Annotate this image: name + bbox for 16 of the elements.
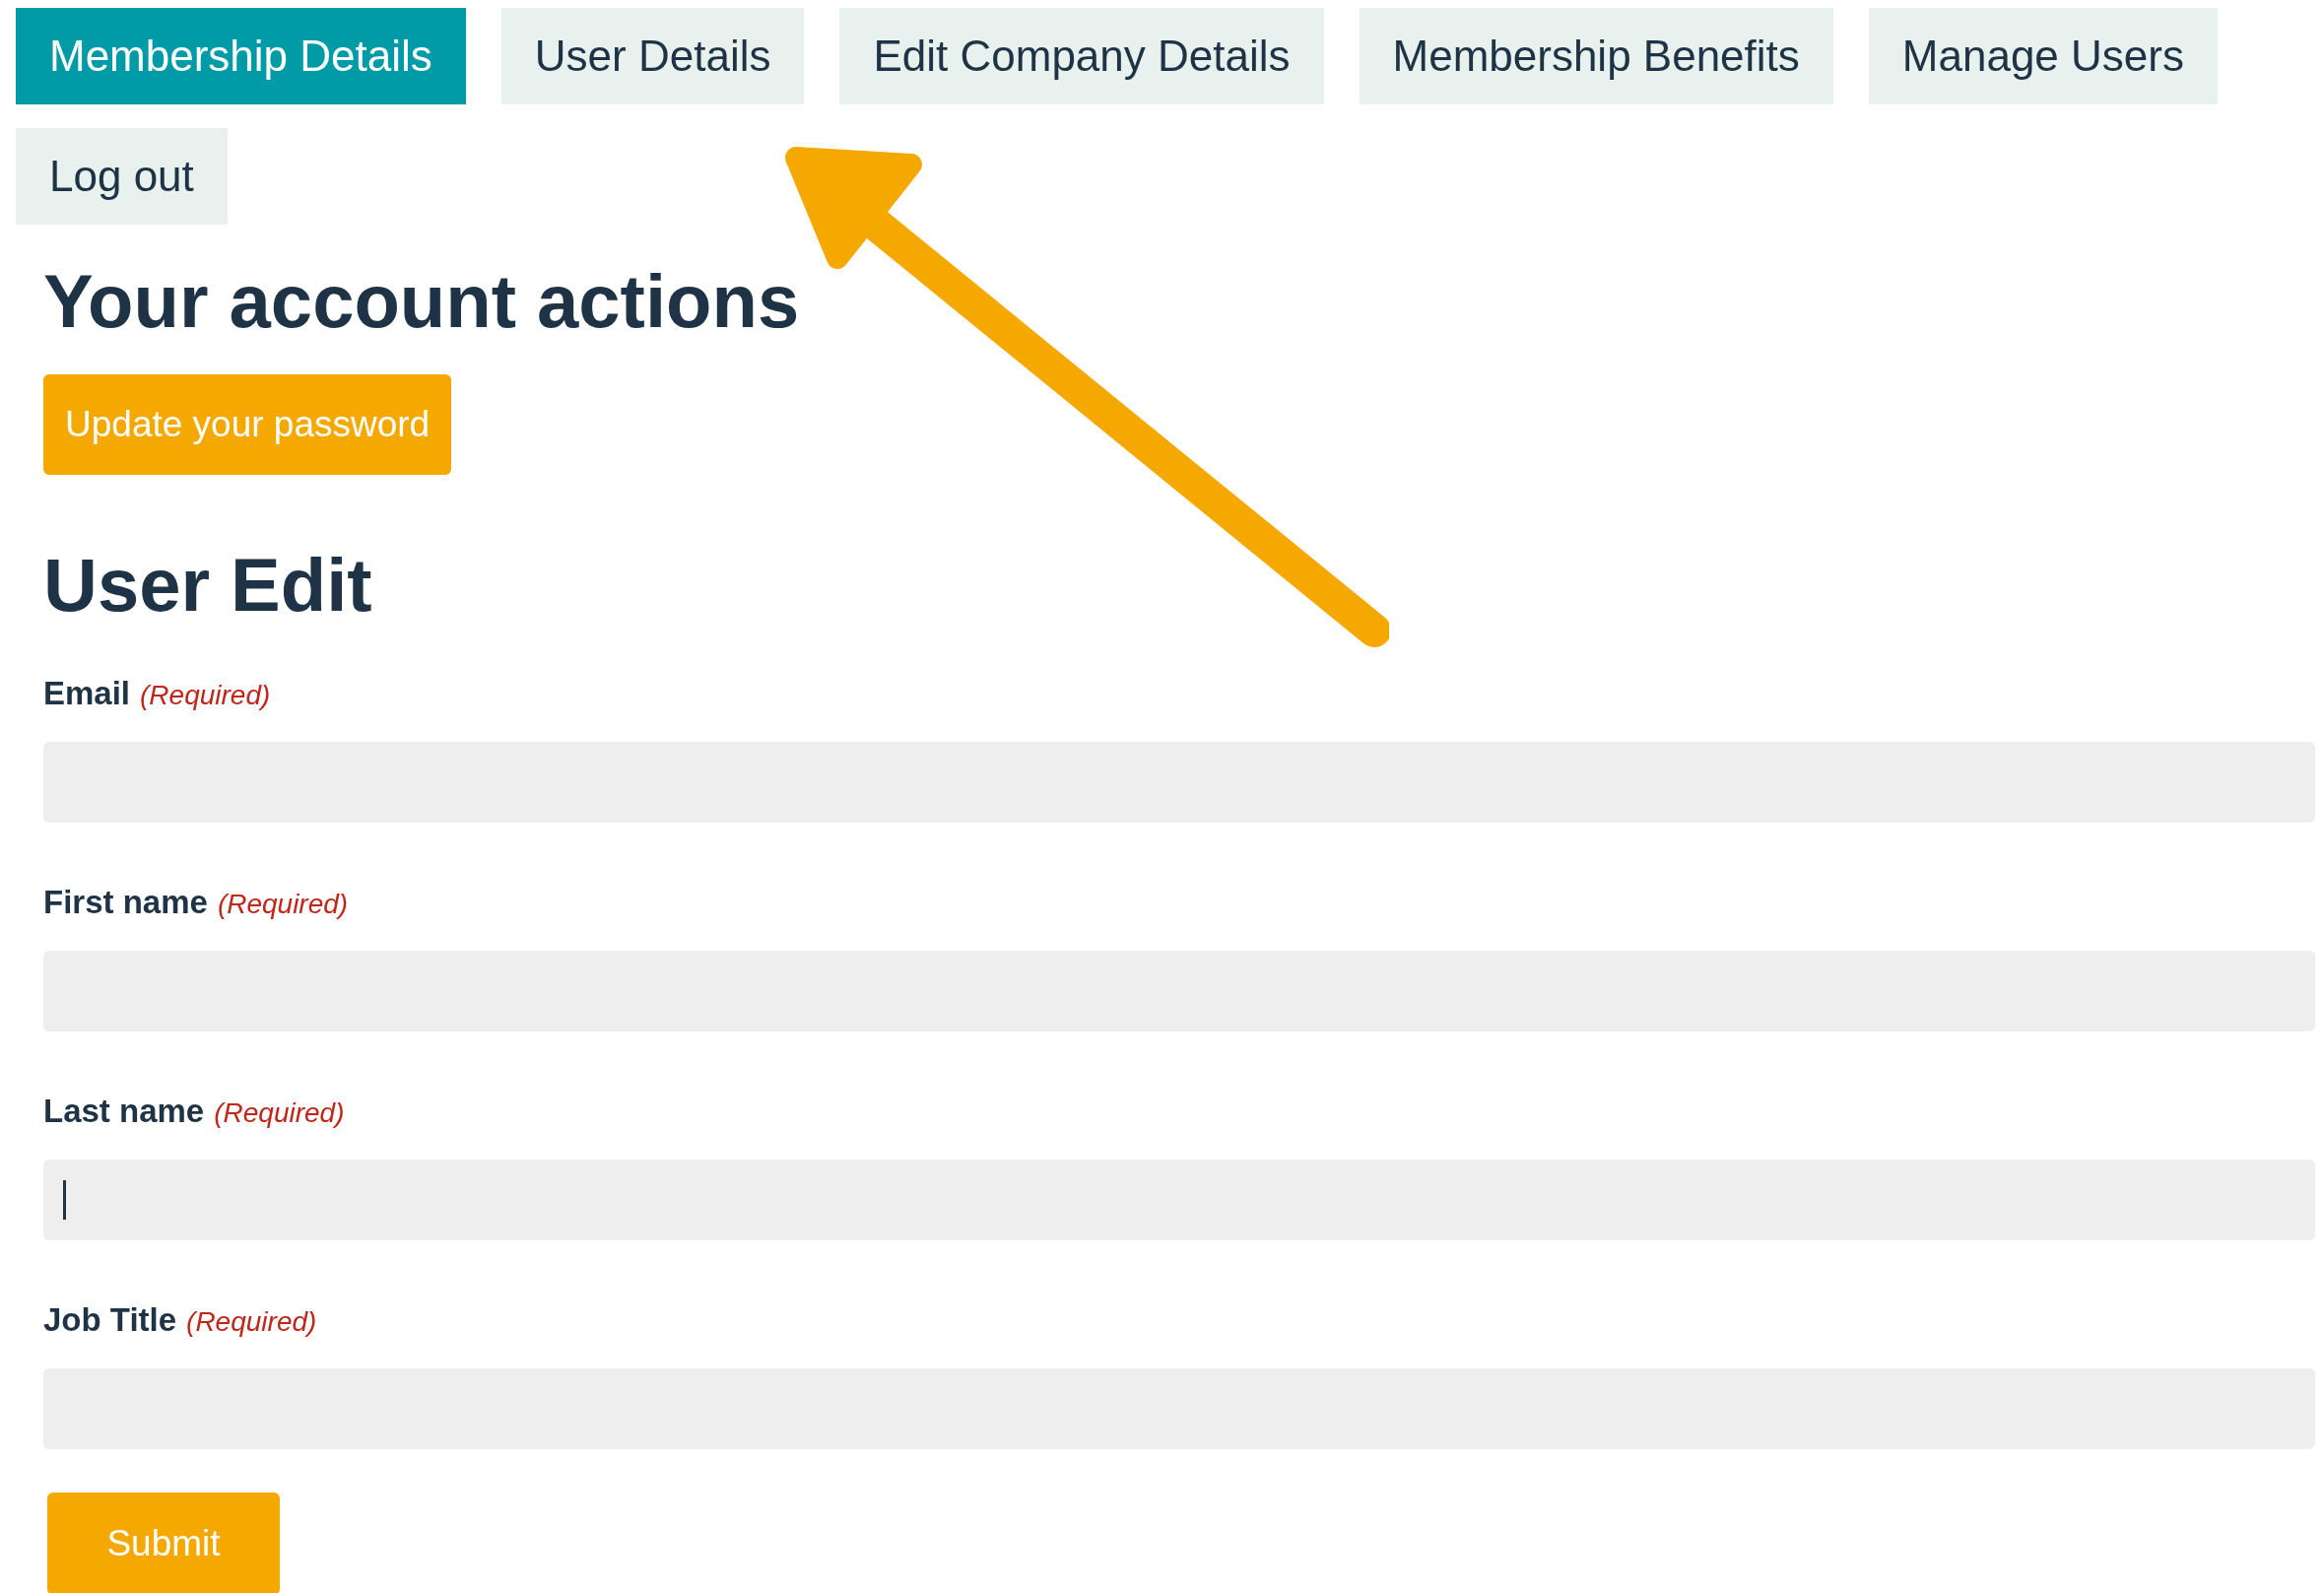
field-label: Job Title	[43, 1301, 177, 1340]
field-label: Last name	[43, 1093, 205, 1131]
required-note: (Required)	[140, 680, 271, 712]
nav-tab[interactable]: Membership Benefits	[1359, 8, 1833, 104]
input-field[interactable]	[43, 1160, 2315, 1241]
required-note: (Required)	[217, 889, 349, 921]
section-heading: Your account actions	[43, 260, 801, 343]
nav-tab[interactable]: Manage Users	[1868, 8, 2218, 104]
field-label: Email	[43, 675, 131, 713]
required-note: (Required)	[186, 1306, 317, 1339]
nav-tab[interactable]: Edit Company Details	[839, 8, 1324, 104]
required-note: (Required)	[214, 1097, 345, 1130]
form-heading: User Edit	[43, 543, 373, 627]
field-label: First name	[43, 884, 208, 922]
nav-tab[interactable]: Log out	[16, 128, 228, 225]
nav-tab[interactable]: User Details	[500, 8, 805, 104]
